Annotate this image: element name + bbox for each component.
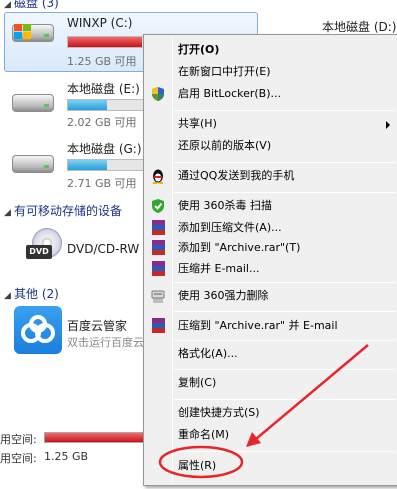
menu-item-compress-rar-email[interactable]: 压缩到 "Archive.rar" 并 E-mail (178, 319, 338, 333)
menu-separator (174, 311, 395, 312)
menu-item-360-scan[interactable]: 使用 360杀毒 扫描 (178, 199, 272, 213)
drive-free-space: 2.71 GB 可用 (67, 177, 137, 190)
menu-item-properties[interactable]: 属性(R) (178, 459, 216, 473)
windows-logo-icon (14, 24, 32, 40)
group-header-disks[interactable]: ◢ 磁盘 (3) (4, 0, 59, 11)
drive-free-space: 2.02 GB 可用 (67, 116, 137, 129)
menu-item-open-new-window[interactable]: 在新窗口中打开(E) (178, 65, 271, 79)
drive-usage-bar (67, 99, 147, 111)
drive-usage-fill (68, 100, 107, 110)
dvd-drive-name[interactable]: DVD/CD-RW (67, 242, 139, 256)
baidu-cloud-icon[interactable] (14, 306, 62, 354)
menu-item-360-shred[interactable]: 使用 360强力删除 (178, 289, 269, 303)
winrar-icon (152, 240, 165, 255)
status-usage-bar (44, 432, 150, 443)
menu-separator (174, 192, 395, 193)
dvd-drive-icon[interactable]: DVD (26, 228, 62, 262)
360-antivirus-icon (150, 198, 166, 214)
group-header-label: 其他 (2) (14, 287, 59, 301)
menu-separator (174, 282, 395, 283)
menu-separator (174, 369, 395, 370)
shield-icon (150, 86, 166, 102)
menu-item-restore-versions[interactable]: 还原以前的版本(V) (178, 139, 271, 153)
menu-separator (174, 110, 395, 111)
drive-free-space: 1.25 GB 可用 (67, 55, 137, 68)
group-header-removable[interactable]: ◢ 有可移动存储的设备 (4, 202, 122, 219)
menu-separator (174, 399, 395, 400)
menu-item-bitlocker[interactable]: 启用 BitLocker(B)... (178, 87, 281, 101)
drive-name: WINXP (C:) (67, 16, 133, 30)
menu-item-create-shortcut[interactable]: 创建快捷方式(S) (178, 406, 260, 420)
menu-separator (174, 162, 395, 163)
drive-usage-bar (67, 159, 147, 171)
menu-item-share[interactable]: 共享(H) (178, 117, 217, 131)
group-header-label: 有可移动存储的设备 (14, 204, 123, 218)
menu-item-open[interactable]: 打开(O) (178, 43, 219, 57)
context-menu: 打开(O) 在新窗口中打开(E) 启用 BitLocker(B)... 共享(H… (143, 34, 397, 486)
menu-item-compress-email[interactable]: 压缩并 E-mail... (178, 262, 259, 276)
collapse-arrow-icon: ◢ (4, 208, 11, 218)
drive-usage-fill (68, 37, 143, 47)
drive-usage-fill (68, 160, 107, 170)
baidu-app-description: 双击运行百度云 (67, 336, 144, 349)
menu-item-rename[interactable]: 重命名(M) (178, 428, 229, 442)
menu-item-add-to-archive-rar[interactable]: 添加到 "Archive.rar"(T) (178, 241, 300, 255)
qq-penguin-icon (150, 168, 166, 184)
hard-drive-icon[interactable] (12, 88, 54, 114)
drive-d-name[interactable]: 本地磁盘 (D:) (322, 18, 396, 35)
drive-usage-bar (67, 36, 147, 48)
360-shredder-icon (150, 288, 166, 304)
baidu-app-name[interactable]: 百度云管家 (67, 317, 127, 334)
collapse-arrow-icon: ◢ (4, 291, 11, 301)
menu-separator (174, 451, 395, 452)
menu-icon-gutter (172, 37, 173, 483)
status-free-value: 1.25 GB (44, 450, 89, 463)
winrar-icon (152, 318, 165, 333)
menu-separator (174, 340, 395, 341)
group-header-label: 磁盘 (3) (14, 0, 59, 10)
winrar-icon (152, 261, 165, 276)
status-used-label: 用空间: (0, 433, 37, 446)
collapse-arrow-icon: ◢ (4, 0, 11, 10)
menu-item-add-to-archive[interactable]: 添加到压缩文件(A)... (178, 221, 282, 235)
submenu-arrow-icon (386, 121, 390, 129)
status-free-label: 用空间: (0, 452, 37, 465)
menu-item-copy[interactable]: 复制(C) (178, 376, 216, 390)
hard-drive-icon[interactable] (12, 149, 54, 175)
menu-item-qq-send[interactable]: 通过QQ发送到我的手机 (178, 169, 294, 183)
group-header-other[interactable]: ◢ 其他 (2) (4, 285, 59, 302)
dvd-tag: DVD (26, 245, 52, 259)
menu-item-format[interactable]: 格式化(A)... (178, 347, 238, 361)
drive-name[interactable]: 本地磁盘 (E:) (67, 80, 140, 97)
winrar-icon (152, 220, 165, 235)
drive-name[interactable]: 本地磁盘 (G:) (67, 140, 142, 157)
